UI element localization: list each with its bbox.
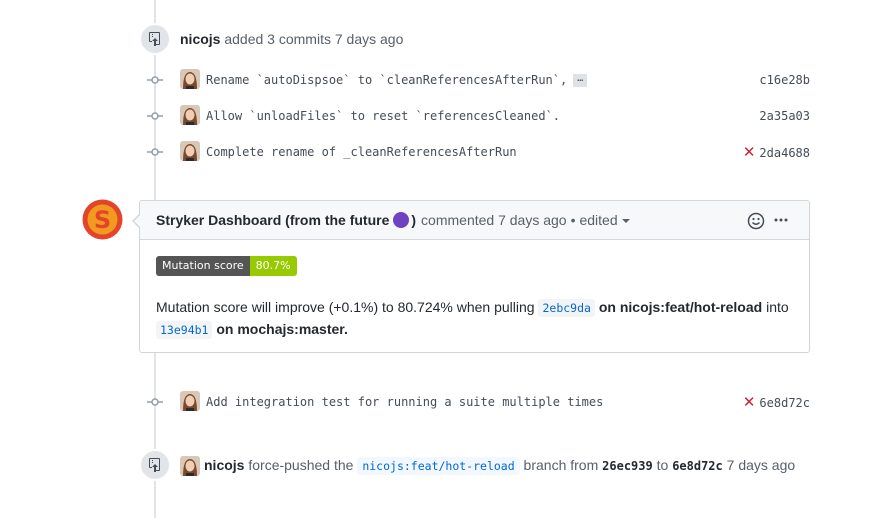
badge-label: Mutation score — [156, 256, 250, 276]
avatar[interactable] — [180, 105, 200, 125]
event-action-text: to — [656, 457, 669, 473]
comment-body: Mutation score will improve (+0.1%) to 8… — [156, 297, 796, 341]
timeline-line — [154, 353, 156, 518]
commit-sha-link[interactable]: 13e94b1 — [156, 321, 213, 339]
badge-value: 80.7% — [249, 256, 297, 276]
comment-text: Mutation score will improve (+0.1%) to 8… — [156, 299, 535, 315]
event-user-link[interactable]: nicojs — [180, 31, 220, 47]
event-time[interactable]: 7 days ago — [727, 457, 796, 473]
event-force-push: nicojs force-pushed the nicojs:feat/hot-… — [204, 457, 796, 475]
kebab-horizontal-icon — [774, 218, 788, 222]
comment-text: into — [766, 299, 789, 315]
comment-author-link[interactable]: Stryker Dashboard (from the future — [156, 212, 389, 228]
avatar[interactable] — [180, 141, 200, 161]
event-action-text: force-pushed the — [248, 457, 354, 473]
commit-message[interactable]: Add integration test for running a suite… — [206, 395, 603, 409]
stryker-avatar[interactable]: S — [82, 199, 123, 240]
branch-link[interactable]: nicojs:feat/hot-reload — [357, 457, 520, 475]
more-options-button[interactable] — [773, 212, 789, 231]
edited-dropdown[interactable]: edited — [579, 212, 630, 228]
commit-sha-link[interactable]: 2ebc9da — [538, 299, 595, 317]
branch-ref: on nicojs:feat/hot-reload — [598, 299, 763, 315]
ci-failure-icon[interactable]: ✕ — [743, 145, 756, 160]
branch-ref: on mochajs:master. — [216, 321, 348, 337]
event-user-link[interactable]: nicojs — [204, 457, 244, 473]
avatar[interactable] — [180, 391, 200, 411]
comment-author-close: ) — [411, 212, 417, 228]
add-reaction-button[interactable] — [747, 212, 765, 233]
commit-sha-link[interactable]: 6e8d72c — [759, 396, 810, 410]
chevron-down-icon — [621, 219, 630, 224]
commit-sha[interactable]: ✕ 2da4688 — [743, 145, 810, 160]
comment-meta-separator: • — [570, 212, 576, 228]
commit-message[interactable]: Allow `unloadFiles` to reset `references… — [206, 109, 560, 123]
ci-failure-icon[interactable]: ✕ — [743, 395, 756, 410]
repo-push-icon — [139, 23, 171, 55]
repo-push-icon — [139, 449, 171, 481]
smiley-icon — [747, 212, 765, 230]
edited-label[interactable]: edited — [579, 212, 617, 228]
commit-sha-link[interactable]: 2a35a03 — [759, 109, 810, 123]
commit-message[interactable]: Complete rename of _cleanReferencesAfter… — [206, 145, 517, 159]
comment-meta[interactable]: commented 7 days ago — [421, 212, 567, 228]
commit-sha[interactable]: c16e28b — [759, 73, 810, 87]
commit-icon — [147, 394, 163, 410]
commit-sha[interactable]: 2a35a03 — [759, 109, 810, 123]
commit-message[interactable]: Rename `autoDispsoe` to `cleanReferences… — [206, 73, 567, 87]
commit-sha-link[interactable]: c16e28b — [759, 73, 810, 87]
commit-message-link[interactable]: Rename `autoDispsoe` to `cleanReferences… — [206, 73, 588, 87]
mutation-score-badge[interactable]: Mutation score 80.7% — [156, 256, 297, 276]
commit-sha-link[interactable]: 6e8d72c — [672, 459, 723, 473]
commit-sha[interactable]: ✕ 6e8d72c — [743, 395, 810, 410]
event-action-text: added 3 commits 7 days ago — [224, 31, 404, 47]
avatar[interactable] — [180, 69, 200, 89]
event-action-text: branch from — [523, 457, 599, 473]
emoji-icon — [393, 212, 410, 228]
comment-box: Stryker Dashboard (from the future ) com… — [132, 200, 810, 353]
expand-commit-button[interactable]: … — [573, 74, 588, 87]
commit-icon — [147, 72, 163, 88]
commit-sha-link[interactable]: 26ec939 — [602, 459, 653, 473]
comment-header: Stryker Dashboard (from the future ) com… — [140, 201, 809, 240]
commit-sha-link[interactable]: 2da4688 — [759, 146, 810, 160]
event-added-commits: nicojs added 3 commits 7 days ago — [180, 31, 403, 47]
commit-icon — [147, 144, 163, 160]
commit-icon — [147, 108, 163, 124]
avatar[interactable] — [180, 456, 200, 476]
svg-text:S: S — [94, 206, 111, 234]
